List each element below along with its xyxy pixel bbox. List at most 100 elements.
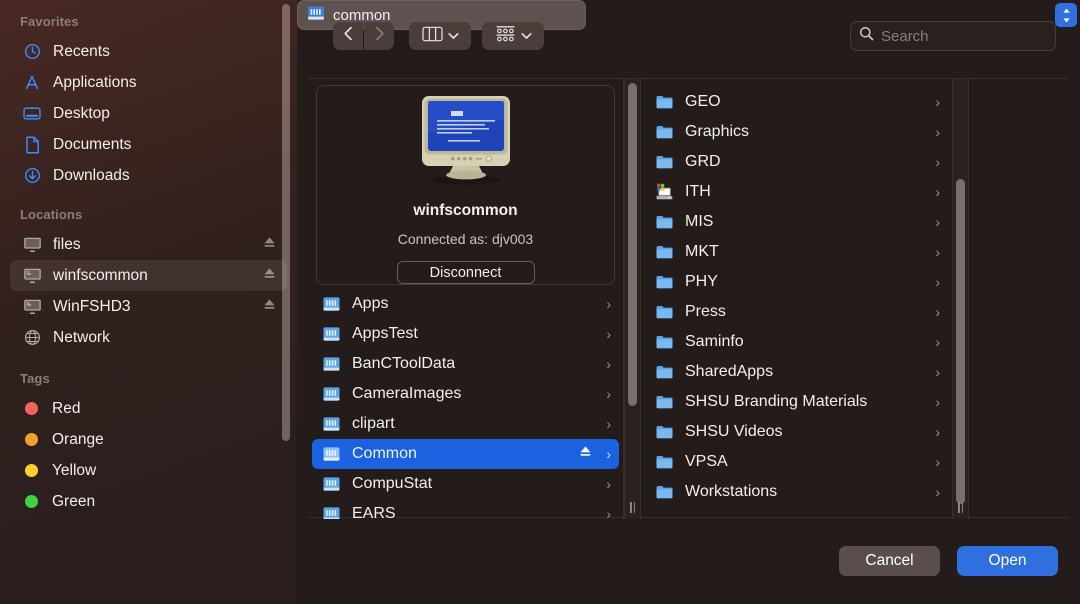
sidebar-item-tag-yellow[interactable]: Yellow: [10, 455, 287, 486]
eject-icon[interactable]: [262, 267, 277, 285]
chevron-right-icon: ›: [935, 424, 940, 440]
globe-icon: [21, 328, 43, 348]
list-item[interactable]: MIS ›: [645, 207, 948, 237]
forward-button[interactable]: [364, 22, 394, 50]
list-item[interactable]: ITH ›: [645, 177, 948, 207]
list-item-label: PHY: [685, 273, 718, 291]
column-resize-handle[interactable]: [628, 499, 637, 515]
chevron-right-icon: ›: [935, 274, 940, 290]
sidebar-item-documents[interactable]: Documents: [10, 129, 287, 160]
sidebar-item-network[interactable]: Network: [10, 322, 287, 353]
folder-icon: [653, 243, 675, 261]
sidebar-item-winfscommon[interactable]: winfscommon: [10, 260, 287, 291]
folder-icon: [653, 303, 675, 321]
list-item[interactable]: SharedApps ›: [645, 357, 948, 387]
download-icon: [21, 166, 43, 186]
sidebar-section-tags-title: Tags: [0, 353, 297, 393]
sidebar-item-recents[interactable]: Recents: [10, 36, 287, 67]
folder-icon: [653, 483, 675, 501]
list-item-label: SHSU Branding Materials: [685, 393, 867, 411]
up-down-stepper-icon[interactable]: [1055, 3, 1077, 27]
list-item[interactable]: EARS ›: [312, 499, 619, 519]
list-item[interactable]: Press ›: [645, 297, 948, 327]
chevron-right-icon: ›: [606, 446, 611, 462]
list-item[interactable]: MKT ›: [645, 237, 948, 267]
list-item-label: ITH: [685, 183, 711, 201]
open-button[interactable]: Open: [957, 546, 1058, 576]
sidebar-item-downloads[interactable]: Downloads: [10, 160, 287, 191]
sidebar-item-label: Orange: [52, 431, 104, 449]
eject-icon[interactable]: [578, 445, 593, 463]
list-item[interactable]: SHSU Branding Materials ›: [645, 387, 948, 417]
disconnect-button[interactable]: Disconnect: [397, 261, 535, 284]
column-2-scroll-gutter: [952, 79, 969, 517]
column-resize-handle[interactable]: [956, 499, 965, 515]
eject-icon[interactable]: [262, 298, 277, 316]
chevron-right-icon: ›: [935, 214, 940, 230]
search-input[interactable]: [881, 28, 1041, 45]
sidebar-item-label: Desktop: [53, 105, 110, 123]
list-item[interactable]: Workstations ›: [645, 477, 948, 507]
list-item[interactable]: BanCToolData ›: [312, 349, 619, 379]
list-item[interactable]: GEO ›: [645, 87, 948, 117]
chevron-right-icon: ›: [935, 334, 940, 350]
back-button[interactable]: [333, 22, 363, 50]
folder-icon: [653, 79, 675, 81]
list-item[interactable]: AppsTest ›: [312, 319, 619, 349]
sidebar-item-label: Applications: [53, 74, 137, 92]
sidebar-item-label: WinFSHD3: [53, 298, 131, 316]
sidebar-item-tag-red[interactable]: Red: [10, 393, 287, 424]
list-item-label: Press: [685, 303, 726, 321]
desktop-icon: [21, 104, 43, 124]
arrange-button[interactable]: [482, 22, 544, 50]
list-item[interactable]: SHSU Videos ›: [645, 417, 948, 447]
list-item-label: Workstations: [685, 483, 777, 501]
sidebar-section-locations-title: Locations: [0, 191, 297, 229]
list-item-label: AppsTest: [352, 325, 418, 343]
list-item-label: Common: [352, 445, 417, 463]
view-mode-button[interactable]: [409, 22, 471, 50]
tag-dot-green: [25, 495, 38, 508]
server-icon: [21, 297, 43, 317]
list-item[interactable]: VPSA ›: [645, 447, 948, 477]
folder-icon: [653, 363, 675, 381]
list-item-label: CompuStat: [352, 475, 432, 493]
chevron-down-icon: [521, 27, 532, 45]
shared-folder-icon: [320, 355, 342, 373]
list-item[interactable]: Graphics ›: [645, 117, 948, 147]
cancel-button[interactable]: Cancel: [839, 546, 940, 576]
list-item[interactable]: Apps ›: [312, 289, 619, 319]
sidebar-item-label: Recents: [53, 43, 110, 61]
column-1-scrollbar[interactable]: [628, 83, 637, 406]
sidebar-item-label: files: [53, 236, 81, 254]
sidebar-item-label: Yellow: [52, 462, 96, 480]
list-item-selected[interactable]: Common ›: [312, 439, 619, 469]
sidebar-item-desktop[interactable]: Desktop: [10, 98, 287, 129]
chevron-right-icon: ›: [935, 79, 940, 80]
sidebar-item-tag-green[interactable]: Green: [10, 486, 287, 517]
column-2-scrollbar[interactable]: [956, 179, 965, 504]
list-item[interactable]: clipart ›: [312, 409, 619, 439]
list-item[interactable]: Saminfo ›: [645, 327, 948, 357]
list-item-clipped[interactable]: ›: [645, 79, 948, 87]
sidebar-item-applications[interactable]: Applications: [10, 67, 287, 98]
list-item[interactable]: CompuStat ›: [312, 469, 619, 499]
column-view-icon: [422, 26, 443, 47]
search-field[interactable]: [850, 21, 1056, 51]
list-item[interactable]: GRD ›: [645, 147, 948, 177]
sidebar-item-files[interactable]: files: [10, 229, 287, 260]
sidebar-item-winfshd3[interactable]: WinFSHD3: [10, 291, 287, 322]
list-item[interactable]: CameraImages ›: [312, 379, 619, 409]
chevron-right-icon: ›: [606, 476, 611, 492]
column-1-scroll-gutter: [624, 79, 641, 517]
eject-icon[interactable]: [262, 236, 277, 254]
sidebar-item-tag-orange[interactable]: Orange: [10, 424, 287, 455]
sidebar-scrollbar[interactable]: [282, 4, 290, 441]
chevron-right-icon: ›: [606, 356, 611, 372]
chevron-right-icon: ›: [935, 394, 940, 410]
chevron-right-icon: ›: [606, 296, 611, 312]
list-item[interactable]: PHY ›: [645, 267, 948, 297]
chevron-right-icon: ›: [935, 184, 940, 200]
chevron-right-icon: ›: [935, 484, 940, 500]
column-1-list: Apps › AppsTest › BanCTo: [308, 285, 623, 519]
